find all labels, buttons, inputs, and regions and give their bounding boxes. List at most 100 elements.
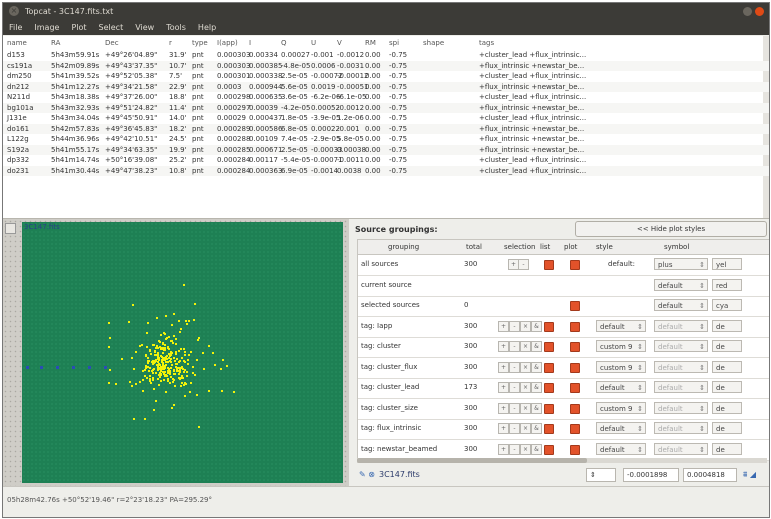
plot-checkbox[interactable]	[570, 383, 580, 393]
selection-add-button[interactable]: +	[498, 341, 509, 352]
window-maximize-icon[interactable]	[755, 7, 764, 16]
selection-remove-button[interactable]: -	[509, 443, 520, 455]
style-combo[interactable]: custom 9 ⇕	[596, 360, 646, 373]
grouping-row[interactable]: selected sources 0 default ⇕ cya	[358, 296, 769, 317]
table-row[interactable]: do231 5h41m30.44s +49°47'38.23" 10.8' pnt 0.0…	[3, 165, 769, 176]
selection-add-button[interactable]: +	[498, 402, 509, 414]
selection-and-button[interactable]: &	[531, 423, 542, 434]
table-row[interactable]: dm250 5h41m39.52s +49°52'05.38" 7.5' pnt 0.00…	[3, 71, 769, 81]
symbol-combo[interactable]: default ⇕	[654, 442, 708, 455]
list-checkbox[interactable]	[544, 342, 554, 352]
selection-add-button[interactable]: +	[498, 320, 509, 332]
selection-remove-button[interactable]: -	[509, 320, 520, 332]
column-header-dec[interactable]: Dec	[105, 39, 119, 47]
list-checkbox[interactable]	[544, 260, 554, 270]
step-field[interactable]: ⇕	[586, 468, 616, 482]
color-combo[interactable]: yel	[712, 258, 742, 270]
symbol-combo[interactable]: default ⇕	[654, 340, 708, 352]
column-header-r[interactable]: r	[169, 39, 172, 47]
groupings-hscrollbar[interactable]	[357, 458, 767, 463]
color-combo[interactable]: cya	[712, 299, 742, 311]
color-combo[interactable]: de	[712, 442, 742, 455]
selection-clear-button[interactable]: ×	[520, 443, 531, 455]
symbol-combo[interactable]: default ⇕	[654, 299, 708, 311]
selection-add-button[interactable]: +	[498, 443, 509, 455]
list-checkbox[interactable]	[544, 362, 554, 373]
list-checkbox[interactable]	[544, 383, 554, 393]
column-header-ra[interactable]: RA	[51, 39, 60, 47]
selection-clear-button[interactable]: ×	[520, 382, 531, 393]
color-combo[interactable]: de	[712, 360, 742, 373]
selection-clear-button[interactable]: ×	[520, 423, 531, 434]
list-checkbox[interactable]	[544, 424, 554, 434]
symbol-combo[interactable]: default ⇕	[654, 278, 708, 291]
table-row[interactable]: dp332 5h41m14.74s +50°16'39.08" 25.2' pnt 0.0…	[3, 155, 769, 165]
grouping-row[interactable]: tag: cluster_flux 300 + - × & custom 9 ⇕ default…	[358, 358, 769, 379]
selection-add-button[interactable]: +	[498, 382, 509, 393]
color-combo[interactable]: red	[712, 278, 742, 291]
menu-select[interactable]: Select	[93, 21, 130, 32]
color-combo[interactable]: de	[712, 319, 742, 332]
plot-checkbox[interactable]	[570, 403, 580, 414]
table-row[interactable]: do161 5h42m57.83s +49°36'45.83" 18.2' pnt 0.0…	[3, 123, 769, 134]
list-checkbox[interactable]	[544, 444, 554, 455]
plot-checkbox[interactable]	[570, 362, 580, 373]
plot-checkbox[interactable]	[570, 260, 580, 270]
color-combo[interactable]: de	[712, 401, 742, 414]
plot-checkbox[interactable]	[570, 342, 580, 352]
list-checkbox[interactable]	[544, 403, 554, 414]
style-combo[interactable]: default ⇕	[596, 381, 646, 393]
selection-clear-button[interactable]: ×	[520, 320, 531, 332]
selection-remove-button[interactable]: -	[509, 341, 520, 352]
plot-checkbox[interactable]	[570, 444, 580, 455]
window-close-icon[interactable]: ×	[9, 6, 19, 16]
histogram-icon[interactable]: ⩩ ◢	[743, 470, 756, 480]
style-combo[interactable]: custom 9 ⇕	[596, 340, 646, 352]
image-canvas[interactable]: 3C147.fits	[22, 222, 343, 483]
column-header-q[interactable]: Q	[281, 39, 287, 47]
menu-help[interactable]: Help	[192, 21, 222, 32]
selection-and-button[interactable]: &	[531, 443, 542, 455]
menu-view[interactable]: View	[129, 21, 160, 32]
menu-image[interactable]: Image	[28, 21, 65, 32]
style-combo[interactable]: default ⇕	[596, 422, 646, 434]
symbol-combo[interactable]: default ⇕	[654, 360, 708, 373]
scroll-thumb[interactable]	[357, 458, 587, 463]
column-header-type[interactable]: type	[192, 39, 208, 47]
hide-plot-styles-button[interactable]: << Hide plot styles	[575, 221, 767, 237]
column-header-rm[interactable]: RM	[365, 39, 376, 47]
column-header-i[interactable]: I	[249, 39, 251, 47]
selection-add-button[interactable]: +	[498, 423, 509, 434]
style-combo[interactable]: default ⇕	[596, 319, 646, 332]
window-minimize-icon[interactable]	[743, 7, 752, 16]
style-combo[interactable]: custom 9 ⇕	[596, 401, 646, 414]
symbol-combo[interactable]: default ⇕	[654, 401, 708, 414]
max-value-field[interactable]: 0.0004818	[683, 468, 737, 482]
symbol-combo[interactable]: default ⇕	[654, 422, 708, 434]
grouping-row[interactable]: current source default ⇕ red	[358, 276, 769, 297]
plot-checkbox[interactable]	[570, 424, 580, 434]
selection-clear-button[interactable]: ×	[520, 341, 531, 352]
menu-plot[interactable]: Plot	[65, 21, 92, 32]
selection-remove-button[interactable]: -	[509, 382, 520, 393]
grouping-row[interactable]: all sources 300 + - default: plus ⇕ yel	[358, 255, 769, 276]
table-row[interactable]: bg101a 5h43m32.93s +49°51'24.82" 11.4' pnt 0.…	[3, 102, 769, 113]
menu-file[interactable]: File	[3, 21, 28, 32]
selection-and-button[interactable]: &	[531, 320, 542, 332]
menu-tools[interactable]: Tools	[160, 21, 192, 32]
table-row[interactable]: d153 5h43m59.91s +49°26'04.89" 31.9' pnt 0.00…	[3, 50, 769, 60]
selection-and-button[interactable]: &	[531, 402, 542, 414]
symbol-combo[interactable]: default ⇕	[654, 319, 708, 332]
grouping-row[interactable]: tag: cluster 300 + - × & custom 9 ⇕ default ⇕ de	[358, 337, 769, 358]
table-row[interactable]: S192a 5h41m55.17s +49°34'63.35" 19.9' pnt 0.0…	[3, 144, 769, 155]
style-combo[interactable]: default ⇕	[596, 442, 646, 455]
grouping-row[interactable]: tag: Iapp 300 + - × & default ⇕ default ⇕ de	[358, 317, 769, 338]
grouping-row[interactable]: tag: cluster_size 300 + - × & custom 9 ⇕ default…	[358, 399, 769, 420]
selection-and-button[interactable]: &	[531, 341, 542, 352]
plot-checkbox[interactable]	[570, 301, 580, 311]
grouping-row[interactable]: tag: flux_intrinsic 300 + - × & default ⇕ defaul…	[358, 419, 769, 440]
column-header-shape[interactable]: shape	[423, 39, 444, 47]
list-checkbox[interactable]	[544, 321, 554, 332]
selection-remove-button[interactable]: -	[509, 361, 520, 373]
plot-checkbox[interactable]	[570, 321, 580, 332]
